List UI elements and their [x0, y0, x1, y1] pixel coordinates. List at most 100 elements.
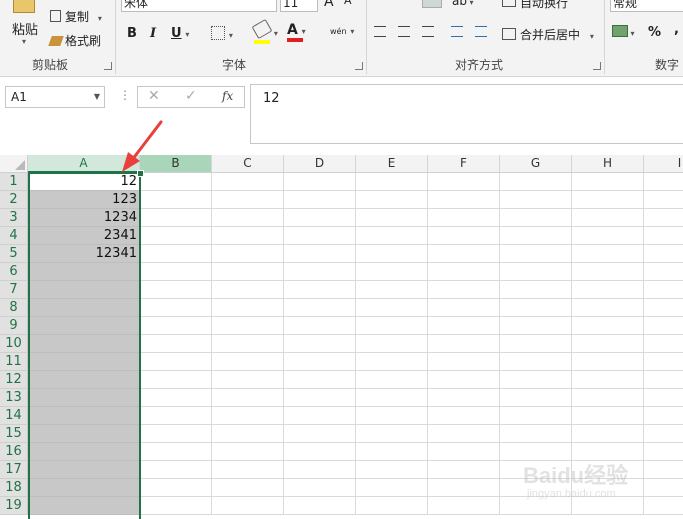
comma-button[interactable]: ,	[674, 22, 679, 37]
align-bottom-icon[interactable]	[421, 0, 442, 8]
cell[interactable]	[572, 227, 644, 245]
phonetic-button[interactable]: wén ▾	[330, 23, 354, 37]
cell[interactable]	[212, 353, 284, 371]
cell-a[interactable]	[28, 407, 140, 425]
borders-dropdown-icon[interactable]: ▾	[229, 31, 233, 40]
cell[interactable]	[500, 281, 572, 299]
orientation-button[interactable]: ab ▾	[452, 0, 474, 8]
cell[interactable]	[212, 209, 284, 227]
cell[interactable]	[572, 281, 644, 299]
cell[interactable]	[356, 173, 428, 191]
cell[interactable]	[140, 425, 212, 443]
cell[interactable]	[644, 389, 683, 407]
cell[interactable]	[356, 425, 428, 443]
cell[interactable]	[284, 443, 356, 461]
cell[interactable]	[284, 461, 356, 479]
cell[interactable]	[140, 191, 212, 209]
cell[interactable]	[644, 245, 683, 263]
cell[interactable]	[356, 479, 428, 497]
cell[interactable]	[284, 281, 356, 299]
cell-a[interactable]: 1234	[28, 209, 140, 227]
cell[interactable]	[212, 299, 284, 317]
cell[interactable]	[284, 299, 356, 317]
cell[interactable]	[500, 245, 572, 263]
cell[interactable]	[428, 317, 500, 335]
cell[interactable]	[500, 317, 572, 335]
cell[interactable]	[356, 317, 428, 335]
cell[interactable]	[356, 299, 428, 317]
cell[interactable]	[212, 173, 284, 191]
cell-a[interactable]	[28, 317, 140, 335]
cell[interactable]	[500, 191, 572, 209]
row-header[interactable]: 8	[0, 299, 28, 317]
cell[interactable]	[212, 389, 284, 407]
cell[interactable]	[212, 317, 284, 335]
cell[interactable]	[572, 317, 644, 335]
cell[interactable]	[500, 407, 572, 425]
cell[interactable]	[572, 263, 644, 281]
cell[interactable]	[428, 209, 500, 227]
cell[interactable]	[284, 263, 356, 281]
column-header-g[interactable]: G	[500, 155, 572, 173]
column-header-e[interactable]: E	[356, 155, 428, 173]
cell[interactable]	[644, 371, 683, 389]
fill-color-button[interactable]: ▾	[251, 18, 278, 44]
cell[interactable]	[140, 479, 212, 497]
cell[interactable]	[428, 263, 500, 281]
cell[interactable]	[140, 263, 212, 281]
cell[interactable]	[356, 443, 428, 461]
cell[interactable]	[284, 407, 356, 425]
merge-center-button[interactable]: 合并后居中 ▾	[502, 26, 594, 43]
paste-button[interactable]: 粘贴 ▾	[10, 0, 40, 50]
text-align-right-icon[interactable]	[421, 26, 434, 37]
phonetic-dropdown-icon[interactable]: ▾	[350, 27, 354, 36]
cell[interactable]	[356, 263, 428, 281]
cell[interactable]	[428, 173, 500, 191]
column-header-d[interactable]: D	[284, 155, 356, 173]
cell[interactable]	[428, 461, 500, 479]
cell[interactable]	[212, 335, 284, 353]
align-left-icon[interactable]	[372, 0, 386, 8]
row-header[interactable]: 16	[0, 443, 28, 461]
cell[interactable]	[284, 335, 356, 353]
italic-button[interactable]: I	[150, 26, 156, 41]
bold-button[interactable]: B	[127, 26, 137, 41]
cell-a[interactable]	[28, 335, 140, 353]
cell[interactable]	[572, 335, 644, 353]
column-header-i[interactable]: I	[644, 155, 683, 173]
cell[interactable]	[572, 389, 644, 407]
number-format-select[interactable]: 常规	[610, 0, 683, 12]
cell[interactable]	[428, 245, 500, 263]
underline-button[interactable]: U ▾	[171, 26, 189, 41]
formula-input[interactable]: 12	[250, 84, 683, 144]
cell-a[interactable]	[28, 371, 140, 389]
cell[interactable]	[284, 173, 356, 191]
cell[interactable]	[356, 407, 428, 425]
alignment-dialog-launcher-icon[interactable]	[593, 62, 601, 70]
cell[interactable]	[572, 299, 644, 317]
cell[interactable]	[500, 209, 572, 227]
cell[interactable]	[500, 353, 572, 371]
cell[interactable]	[356, 227, 428, 245]
cell[interactable]	[644, 353, 683, 371]
row-header[interactable]: 4	[0, 227, 28, 245]
clipboard-dialog-launcher-icon[interactable]	[104, 62, 112, 70]
currency-button[interactable]: ▾	[612, 25, 635, 39]
cell-a[interactable]	[28, 389, 140, 407]
cell[interactable]	[428, 191, 500, 209]
row-header[interactable]: 7	[0, 281, 28, 299]
row-header[interactable]: 1	[0, 173, 28, 191]
cell[interactable]	[428, 407, 500, 425]
cell[interactable]	[428, 227, 500, 245]
paste-dropdown-icon[interactable]: ▾	[22, 37, 26, 46]
cell-a[interactable]: 12	[28, 173, 140, 191]
cell[interactable]	[500, 173, 572, 191]
cell[interactable]	[428, 479, 500, 497]
cell[interactable]	[500, 227, 572, 245]
row-header[interactable]: 19	[0, 497, 28, 515]
row-header[interactable]: 18	[0, 479, 28, 497]
increase-indent-icon[interactable]	[475, 26, 488, 37]
cell[interactable]	[284, 353, 356, 371]
cell[interactable]	[212, 281, 284, 299]
column-header-c[interactable]: C	[212, 155, 284, 173]
